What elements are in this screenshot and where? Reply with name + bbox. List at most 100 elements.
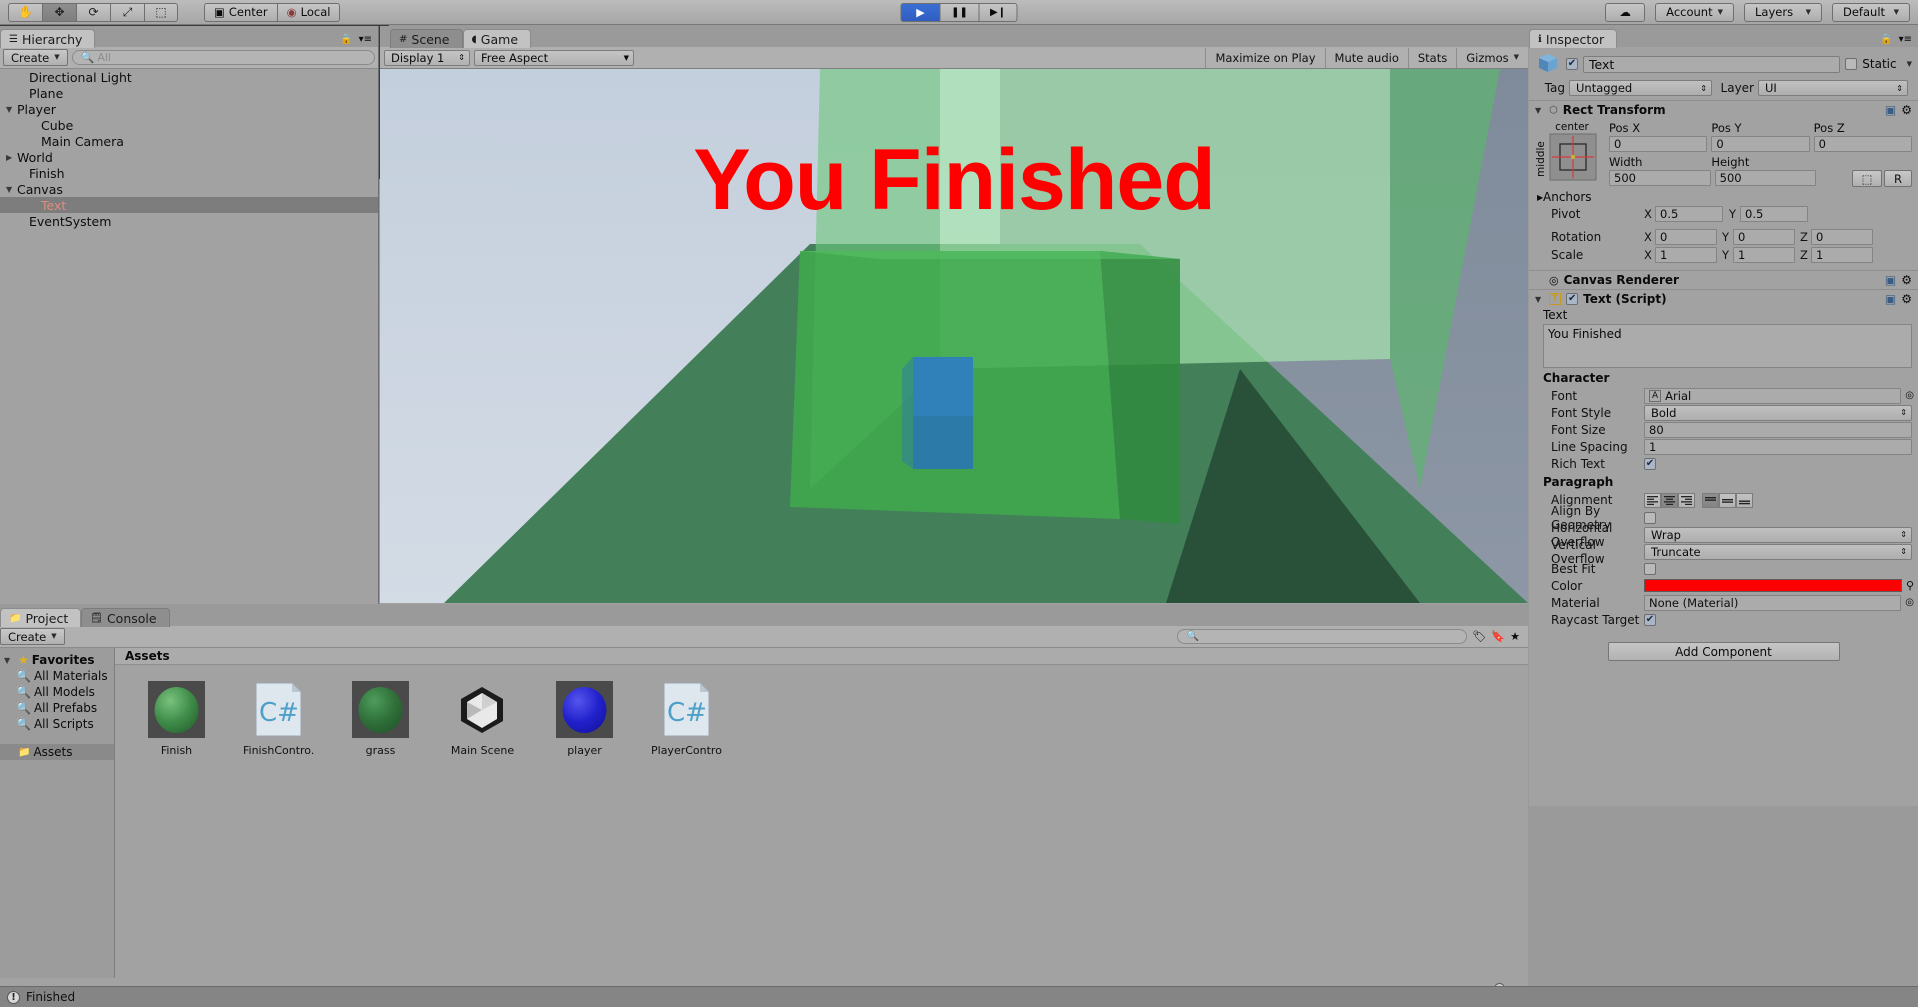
material-object-field[interactable]: None (Material) [1644,594,1902,611]
asset-item[interactable]: player [549,681,620,757]
width-field[interactable]: 500 [1609,170,1711,186]
aspect-dropdown[interactable]: Free Aspect ▼ [474,49,634,66]
gizmos-button[interactable]: Gizmos ▼ [1456,47,1528,68]
rect-tool-button[interactable]: ⬚ [144,2,178,22]
step-button[interactable]: ▶❙ [978,2,1018,22]
hierarchy-item-plane[interactable]: Plane [0,85,378,101]
gameobject-name-field[interactable]: Text [1583,55,1841,73]
hierarchy-tree[interactable]: Directional Light Plane ▼ Player Cube Main Ca… [0,69,378,604]
pivot-mode-button[interactable]: ▣ Center [204,2,278,22]
chevron-down-icon[interactable]: ▼ [1535,295,1544,304]
canvas-renderer-header[interactable]: ◎ Canvas Renderer ▣ ⚙ [1529,270,1918,289]
hierarchy-item-canvas[interactable]: ▼ Canvas [0,181,378,197]
layer-dropdown[interactable]: UI ⇕ [1758,80,1908,96]
layout-button[interactable]: Default ▼ [1832,2,1910,22]
display-dropdown[interactable]: Display 1 ⇕ [384,49,470,66]
move-tool-button[interactable]: ✥ [42,2,76,22]
chevron-down-icon[interactable]: ▼ [6,185,17,194]
hierarchy-menu-icon[interactable]: ▾≡ [359,34,372,45]
filter-by-type-icon[interactable]: 🏷 [1472,630,1486,643]
filter-by-label-icon[interactable]: 🔖 [1491,630,1505,643]
hierarchy-search-input[interactable]: 🔍 All [71,50,375,65]
align-middle-button[interactable] [1719,492,1736,508]
scale-tool-button[interactable]: ⤢ [110,2,144,22]
help-icon[interactable]: ▣ [1885,273,1896,287]
text-component-enabled-checkbox[interactable] [1566,293,1579,305]
favorites-root[interactable]: ▼ ★ Favorites [0,652,114,668]
rot-x-field[interactable]: 0 [1655,229,1717,245]
pause-button[interactable]: ❚❚ [939,2,979,22]
eyedropper-icon[interactable]: ⚲ [1906,579,1914,592]
rect-transform-header[interactable]: ▼ ⬡ Rect Transform ▣ ⚙ [1529,100,1918,119]
asset-item[interactable]: C# FinishContro... [243,681,314,757]
tab-game[interactable]: ◖ Game [462,29,532,48]
hierarchy-item-text[interactable]: Text [0,197,378,213]
project-search-input[interactable]: 🔍 [1177,629,1468,644]
rot-y-field[interactable]: 0 [1733,229,1795,245]
pos-x-field[interactable]: 0 [1609,136,1708,152]
pivot-rotation-button[interactable]: ◉ Local [277,2,341,22]
asset-item[interactable]: Main Scene [447,681,518,757]
hierarchy-item-main-camera[interactable]: Main Camera [0,133,378,149]
text-script-header[interactable]: ▼ T Text (Script) ▣ ⚙ [1529,289,1918,308]
tab-inspector[interactable]: ℹ Inspector [1529,29,1618,48]
align-bottom-button[interactable] [1736,492,1753,508]
tab-project[interactable]: 📁 Project [0,608,82,627]
game-render-surface[interactable]: You Finished [380,69,1528,603]
maximize-on-play-button[interactable]: Maximize on Play [1205,47,1324,68]
hand-tool-button[interactable]: ✋ [8,2,42,22]
pivot-x-field[interactable]: 0.5 [1655,206,1723,222]
best-fit-checkbox[interactable] [1644,562,1656,575]
gear-icon[interactable]: ⚙ [1901,273,1912,287]
anchors-foldout[interactable]: ▶ Anchors [1529,189,1918,205]
tag-dropdown[interactable]: Untagged ⇕ [1569,80,1712,96]
play-button[interactable]: ▶ [900,2,940,22]
help-icon[interactable]: ▣ [1885,292,1896,306]
tab-hierarchy[interactable]: ☰ Hierarchy [0,29,96,48]
rich-text-checkbox[interactable] [1644,457,1656,470]
tab-console[interactable]: 🗒 Console [81,608,170,627]
cloud-button[interactable]: ☁ [1605,2,1646,22]
font-size-field[interactable]: 80 [1644,421,1912,438]
gameobject-active-checkbox[interactable] [1566,58,1578,70]
layers-button[interactable]: Layers ▼ [1744,2,1822,22]
align-left-button[interactable] [1644,492,1661,508]
scale-y-field[interactable]: 1 [1733,247,1795,263]
align-right-button[interactable] [1678,492,1695,508]
raycast-target-checkbox[interactable] [1644,613,1656,626]
scale-x-field[interactable]: 1 [1655,247,1717,263]
gear-icon[interactable]: ⚙ [1901,292,1912,306]
anchor-preset-widget[interactable] [1549,133,1597,184]
mute-audio-button[interactable]: Mute audio [1324,47,1408,68]
blueprint-mode-button[interactable]: ⬚ [1852,170,1883,187]
gear-icon[interactable]: ⚙ [1901,103,1912,117]
pos-y-field[interactable]: 0 [1711,136,1810,152]
assets-root-item[interactable]: 📁 Assets [0,744,114,760]
chevron-down-icon[interactable]: ▼ [1907,60,1912,68]
align-center-button[interactable] [1661,492,1678,508]
lock-icon[interactable]: 🔒 [1880,34,1892,45]
pivot-y-field[interactable]: 0.5 [1740,206,1808,222]
static-checkbox[interactable] [1845,58,1858,70]
tab-scene[interactable]: # Scene [390,29,463,48]
favorite-icon[interactable]: ★ [1510,630,1520,643]
font-object-field[interactable]: A Arial [1644,387,1902,404]
account-button[interactable]: Account ▼ [1655,2,1734,22]
align-by-geometry-checkbox[interactable] [1644,511,1656,524]
help-icon[interactable]: ▣ [1885,103,1896,117]
favorite-all-scripts[interactable]: 🔍 All Scripts [0,716,114,732]
horizontal-overflow-dropdown[interactable]: Wrap ⇕ [1644,526,1912,543]
asset-item[interactable]: grass [345,681,416,757]
rot-z-field[interactable]: 0 [1811,229,1873,245]
color-swatch[interactable] [1644,579,1902,592]
favorite-all-prefabs[interactable]: 🔍 All Prefabs [0,700,114,716]
asset-item[interactable]: Finish [141,681,212,757]
scale-z-field[interactable]: 1 [1811,247,1873,263]
raw-edit-button[interactable]: R [1884,170,1913,187]
chevron-down-icon[interactable]: ▼ [1535,106,1544,115]
hierarchy-item-cube[interactable]: Cube [0,117,378,133]
inspector-menu-icon[interactable]: ▾≡ [1899,34,1912,45]
line-spacing-field[interactable]: 1 [1644,438,1912,455]
add-component-button[interactable]: Add Component [1607,642,1840,661]
font-style-dropdown[interactable]: Bold ⇕ [1644,404,1912,421]
